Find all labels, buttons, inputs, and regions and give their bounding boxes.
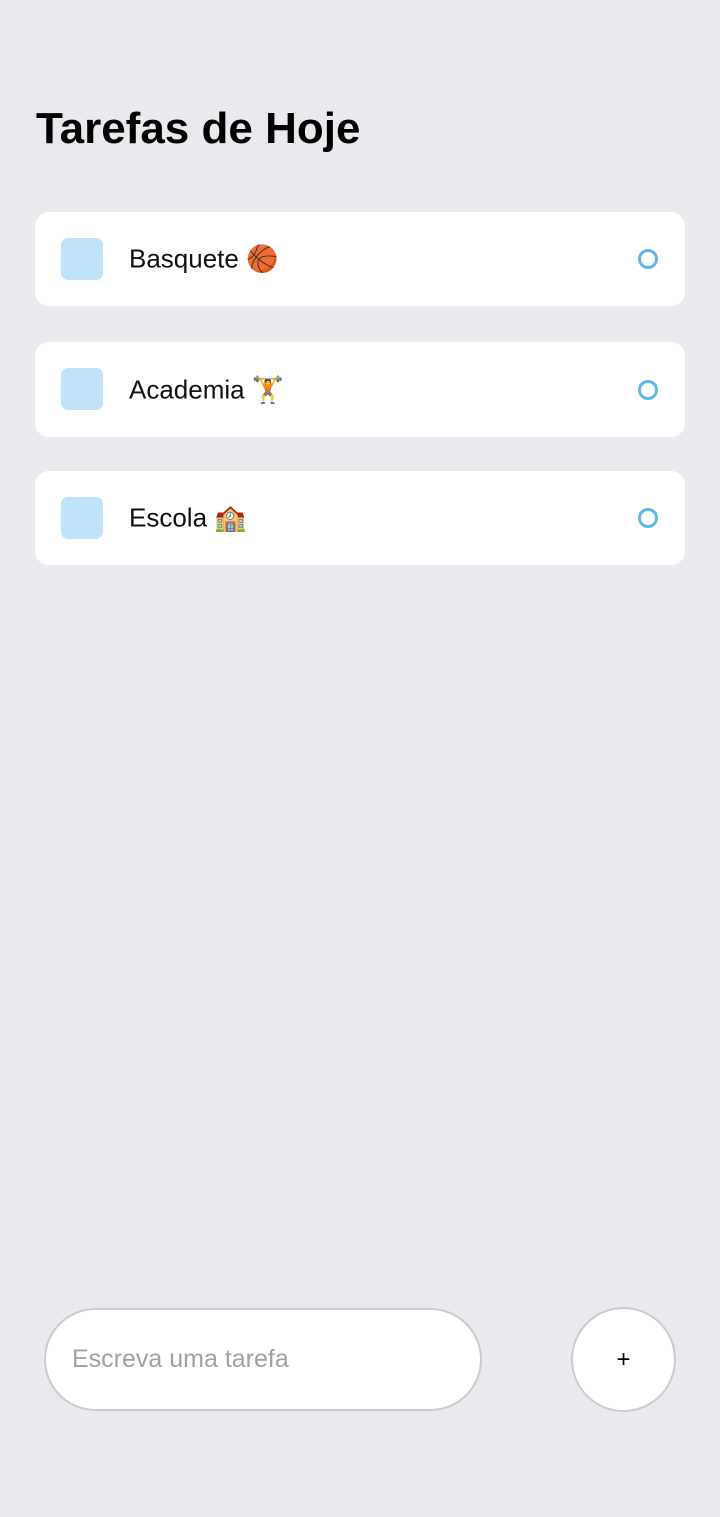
task-input-wrapper (44, 1308, 482, 1411)
task-item[interactable]: Basquete 🏀 (35, 212, 685, 306)
task-input[interactable] (46, 1310, 480, 1409)
task-list: Basquete 🏀 Academia 🏋️ Escola 🏫 (35, 212, 685, 601)
task-status-circle-icon (638, 508, 658, 528)
task-square-icon[interactable] (61, 497, 103, 539)
page-title: Tarefas de Hoje (36, 104, 361, 153)
task-item[interactable]: Academia 🏋️ (35, 342, 685, 437)
task-label: Escola 🏫 (129, 502, 247, 533)
task-label: Academia 🏋️ (129, 374, 285, 404)
add-task-button[interactable]: + (571, 1307, 676, 1412)
task-status-circle-icon (638, 249, 658, 269)
task-label: Basquete 🏀 (129, 243, 279, 274)
task-square-icon[interactable] (61, 238, 103, 280)
task-item[interactable]: Escola 🏫 (35, 471, 685, 565)
task-status-circle-icon (638, 379, 658, 400)
task-square-icon[interactable] (61, 368, 103, 410)
screen: Tarefas de Hoje Basquete 🏀 Academia 🏋️ E… (0, 0, 720, 1517)
